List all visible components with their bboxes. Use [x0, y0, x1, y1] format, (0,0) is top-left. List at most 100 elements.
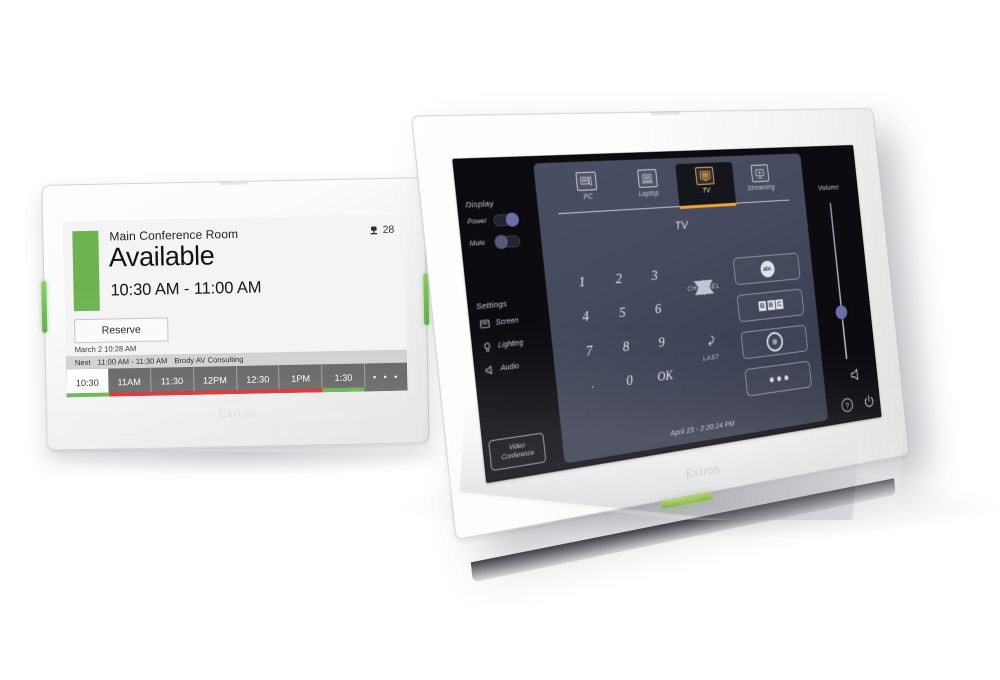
next-title: Brody AV Consulting — [174, 354, 244, 366]
settings-item-screen[interactable]: Screen — [477, 311, 546, 331]
streaming-play-icon — [750, 164, 770, 183]
power-toggle-row[interactable]: Power — [466, 211, 536, 228]
source-control-ui: PC Laptop TV Streaming TV 1 2 3 4 5 6 7 8 9. 0 OK CHA… — [533, 153, 829, 464]
display-section-header: Display — [465, 198, 495, 210]
help-question-icon[interactable]: ? — [840, 396, 855, 414]
power-icon[interactable] — [862, 393, 876, 411]
bbc-letter: B — [766, 300, 776, 311]
keypad-key-8[interactable]: 8 — [611, 338, 641, 358]
settings-label-screen: Screen — [495, 316, 519, 327]
left-rail: Display Power Mute Settings Screen Light… — [465, 197, 552, 387]
numeric-keypad[interactable]: 1 2 3 4 5 6 7 8 9. 0 OK — [567, 267, 681, 414]
reserve-button[interactable]: Reserve — [74, 317, 169, 344]
keypad-row-1: 456 — [570, 301, 672, 328]
settings-item-audio[interactable]: Audio — [482, 356, 551, 377]
occupancy-count: 28 — [382, 223, 395, 237]
control-panel-top-notch — [650, 111, 681, 116]
settings-label-audio: Audio — [500, 362, 520, 373]
keypad-key-3[interactable]: 3 — [640, 267, 669, 286]
bbc-logo-icon: BBC — [758, 299, 784, 312]
product-photo-scene: Main Conference Room 28 Available 10:30 … — [0, 0, 1000, 680]
room-scheduling-panel: Main Conference Room 28 Available 10:30 … — [41, 177, 430, 451]
ring-preset-button[interactable] — [740, 324, 809, 360]
settings-label-lighting: Lighting — [497, 338, 524, 350]
availability-status: Available — [108, 240, 215, 273]
source-tab-label: Streaming — [747, 184, 776, 193]
control-panel-screen: Display Power Mute Settings Screen Light… — [452, 144, 882, 484]
speaker-icon — [482, 362, 496, 377]
mute-toggle-label: Mute — [469, 239, 486, 249]
keypad-key-1[interactable]: 1 — [567, 274, 598, 293]
keypad-key-ok[interactable]: OK — [651, 367, 680, 387]
power-toggle-label: Power — [466, 217, 488, 227]
last-channel-button[interactable]: LAST — [683, 330, 736, 365]
mute-speaker-icon[interactable] — [848, 366, 863, 388]
active-source-title: TV — [674, 219, 689, 233]
availability-color-bar — [72, 230, 100, 312]
svg-text:?: ? — [845, 401, 850, 411]
triangle-down-icon[interactable] — [693, 279, 716, 314]
availability-segment-3 — [364, 386, 408, 392]
keypad-key-7[interactable]: 7 — [574, 342, 604, 362]
keypad-row-2: 789 — [574, 334, 676, 362]
keypad-key-9[interactable]: 9 — [647, 334, 676, 353]
abc-preset-button[interactable]: abc — [732, 252, 801, 286]
mute-toggle[interactable] — [493, 234, 521, 249]
keypad-key-6[interactable]: 6 — [644, 301, 673, 320]
keypad-key-dot[interactable]: . — [578, 376, 608, 397]
source-tab-laptop[interactable]: Laptop — [616, 164, 680, 209]
power-toggle[interactable] — [492, 211, 520, 227]
screen-bottom-buttons: ? — [840, 393, 876, 414]
source-tab-pc[interactable]: PC — [554, 167, 621, 214]
keypad-key-4[interactable]: 4 — [570, 308, 601, 328]
source-tabs[interactable]: PC Laptop TV Streaming — [554, 160, 790, 213]
tv-icon — [694, 166, 715, 186]
availability-segment-2 — [322, 387, 365, 393]
occupancy-seat-icon — [370, 226, 378, 234]
keypad-key-5[interactable]: 5 — [608, 304, 638, 323]
settings-item-lighting[interactable]: Lighting — [480, 334, 549, 354]
more-dots-icon — [769, 374, 789, 383]
lightbulb-icon — [480, 340, 494, 354]
video-conference-line1: Video — [508, 441, 526, 453]
keypad-key-2[interactable]: 2 — [604, 271, 634, 290]
volume-slider-thumb[interactable] — [835, 304, 849, 320]
more-presets-button[interactable] — [744, 360, 813, 397]
bbc-letter: B — [758, 300, 767, 312]
settings-section-header: Settings — [475, 298, 508, 312]
volume-label: Volume — [817, 182, 840, 193]
bbc-preset-button[interactable]: BBC — [736, 288, 805, 323]
video-conference-button[interactable]: Video Conference — [488, 432, 547, 472]
source-tab-tv[interactable]: TV — [675, 161, 736, 207]
control-panel-led — [661, 491, 714, 509]
scheduler-top-notch — [217, 180, 248, 186]
desktop-pc-icon — [575, 171, 598, 192]
keypad-key-0[interactable]: 0 — [615, 372, 645, 392]
current-date-time: March 2 10:28 AM — [74, 343, 137, 355]
source-tab-label: TV — [702, 187, 711, 195]
source-tab-label: PC — [583, 193, 594, 202]
channel-presets: abc BBC — [732, 252, 813, 406]
availability-segment-0 — [66, 392, 110, 398]
source-tab-streaming[interactable]: Streaming — [731, 160, 789, 203]
mute-toggle-row[interactable]: Mute — [469, 234, 538, 251]
keypad-row-0: 123 — [567, 267, 669, 292]
undo-arrow-icon — [702, 332, 717, 350]
av-control-panel: Display Power Mute Settings Screen Light… — [408, 96, 988, 583]
control-panel-brand-logo: Extron — [685, 460, 721, 482]
source-tab-label: Laptop — [638, 190, 660, 199]
laptop-icon — [636, 168, 658, 189]
next-time: 11:00 AM - 11:30 AM — [97, 356, 168, 367]
bbc-letter: C — [775, 299, 784, 310]
keypad-row-3: . 0 OK — [578, 367, 680, 397]
scheduler-led-left — [41, 280, 48, 333]
control-panel-bezel: Display Power Mute Settings Screen Light… — [410, 107, 910, 541]
next-label: Next — [74, 357, 91, 368]
ring-logo-icon — [765, 331, 784, 353]
abc-logo-icon: abc — [759, 259, 775, 278]
scheduler-screen: Main Conference Room 28 Available 10:30 … — [63, 214, 408, 398]
channel-controls: CHANNEL LAST — [676, 260, 736, 364]
scheduler-status-area: Main Conference Room 28 Available 10:30 … — [63, 214, 407, 357]
volume-slider[interactable] — [829, 202, 849, 360]
occupancy-indicator: 28 — [369, 223, 395, 237]
